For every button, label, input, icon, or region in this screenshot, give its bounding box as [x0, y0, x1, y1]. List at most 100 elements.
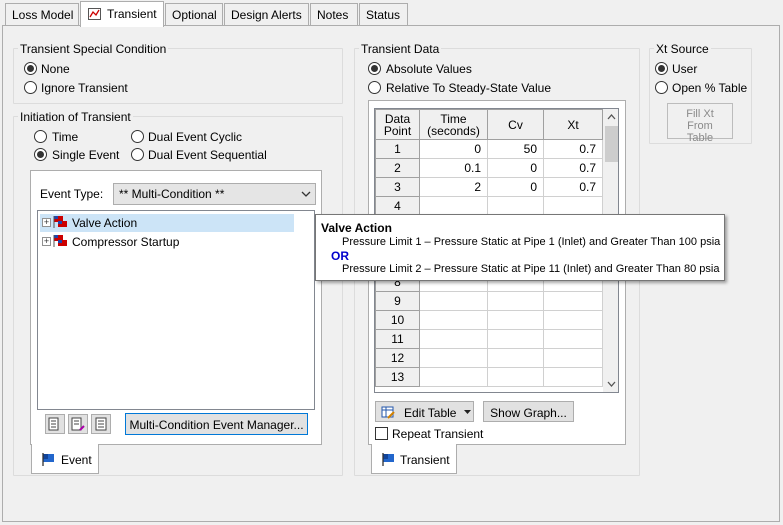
- table-cell[interactable]: 0.7: [543, 177, 603, 197]
- table-row[interactable]: 12: [375, 348, 603, 368]
- table-cell[interactable]: [543, 367, 603, 387]
- absolute-values-label: Absolute Values: [386, 62, 472, 76]
- table-row[interactable]: 10: [375, 310, 603, 330]
- table-cell[interactable]: 0: [487, 158, 544, 178]
- table-row[interactable]: 3 2 0 0.7: [375, 177, 603, 197]
- relative-values-radio[interactable]: [368, 81, 381, 94]
- table-cell[interactable]: 50: [487, 139, 544, 159]
- row-header[interactable]: 13: [375, 367, 420, 387]
- table-cell[interactable]: [487, 348, 544, 368]
- single-event-label: Single Event: [52, 148, 120, 162]
- table-cell[interactable]: [543, 291, 603, 311]
- tree-node-label: Valve Action: [72, 216, 138, 230]
- event-type-dropdown[interactable]: ** Multi-Condition **: [113, 183, 316, 205]
- show-graph-button[interactable]: Show Graph...: [483, 401, 574, 422]
- table-cell[interactable]: 0.7: [543, 139, 603, 159]
- table-cell[interactable]: [543, 348, 603, 368]
- scroll-down-icon[interactable]: [607, 381, 616, 387]
- row-header[interactable]: 11: [375, 329, 420, 349]
- table-cell[interactable]: [543, 310, 603, 330]
- table-row[interactable]: 1 0 50 0.7: [375, 139, 603, 159]
- table-cell[interactable]: [419, 367, 488, 387]
- tooltip-condition-2: Pressure Limit 2 – Pressure Static at Pi…: [342, 263, 720, 275]
- table-row[interactable]: 4: [375, 196, 603, 216]
- absolute-values-radio[interactable]: [368, 62, 381, 75]
- row-header[interactable]: 10: [375, 310, 420, 330]
- table-cell[interactable]: 0: [487, 177, 544, 197]
- expand-icon[interactable]: +: [42, 218, 51, 227]
- col-header-xt[interactable]: Xt: [543, 109, 603, 140]
- table-cell[interactable]: [419, 348, 488, 368]
- table-edit-icon: [381, 406, 395, 419]
- tree-node-valve-action[interactable]: + Valve Action: [40, 214, 294, 232]
- chevron-down-icon: [301, 191, 311, 197]
- tab-notes[interactable]: Notes: [310, 3, 358, 25]
- tab-design-alerts[interactable]: Design Alerts: [224, 3, 309, 25]
- delete-condition-button[interactable]: [91, 414, 111, 434]
- tooltip-condition-1: Pressure Limit 1 – Pressure Static at Pi…: [342, 236, 721, 248]
- table-cell[interactable]: [543, 329, 603, 349]
- table-cell[interactable]: [487, 196, 544, 216]
- table-cell[interactable]: [487, 329, 544, 349]
- table-cell[interactable]: 2: [419, 177, 488, 197]
- list-add-icon: [48, 417, 59, 431]
- table-cell[interactable]: [487, 310, 544, 330]
- ignore-transient-radio[interactable]: [24, 81, 37, 94]
- col-header-time[interactable]: Time (seconds): [419, 109, 488, 140]
- row-header[interactable]: 9: [375, 291, 420, 311]
- edit-condition-button[interactable]: [68, 414, 88, 434]
- time-radio[interactable]: [34, 130, 47, 143]
- dropdown-arrow-icon: [464, 410, 471, 414]
- table-row[interactable]: 2 0.1 0 0.7: [375, 158, 603, 178]
- table-cell[interactable]: [543, 196, 603, 216]
- col-header-cv[interactable]: Cv: [487, 109, 544, 140]
- table-row[interactable]: 11: [375, 329, 603, 349]
- dual-event-cyclic-radio[interactable]: [131, 130, 144, 143]
- table-row[interactable]: 13: [375, 367, 603, 387]
- expand-icon[interactable]: +: [42, 237, 51, 246]
- tab-optional[interactable]: Optional: [165, 3, 223, 25]
- table-cell[interactable]: [419, 196, 488, 216]
- tab-status[interactable]: Status: [359, 3, 408, 25]
- tab-transient[interactable]: Transient: [80, 1, 164, 27]
- special-condition-title: Transient Special Condition: [18, 42, 169, 56]
- single-event-radio[interactable]: [34, 148, 47, 161]
- transient-data-title: Transient Data: [359, 42, 442, 56]
- add-condition-button[interactable]: [45, 414, 65, 434]
- transient-bottom-tab[interactable]: Transient: [371, 444, 457, 474]
- table-cell[interactable]: [419, 291, 488, 311]
- tab-label: Loss Model: [12, 8, 74, 22]
- xt-user-radio[interactable]: [655, 62, 668, 75]
- multi-condition-event-manager-button[interactable]: Multi-Condition Event Manager...: [125, 413, 308, 435]
- table-cell[interactable]: [419, 310, 488, 330]
- tab-label: Event: [61, 453, 92, 467]
- xt-open-table-radio[interactable]: [655, 81, 668, 94]
- table-row[interactable]: 9: [375, 291, 603, 311]
- col-header-data-point[interactable]: Data Point: [375, 109, 420, 140]
- row-header[interactable]: 1: [375, 139, 420, 159]
- row-header[interactable]: 2: [375, 158, 420, 178]
- none-radio[interactable]: [24, 62, 37, 75]
- chart-icon: [88, 8, 101, 20]
- table-cell[interactable]: [487, 291, 544, 311]
- flag-icon: [42, 453, 54, 466]
- edit-table-button[interactable]: Edit Table: [375, 401, 474, 422]
- row-header[interactable]: 3: [375, 177, 420, 197]
- scroll-up-icon[interactable]: [607, 114, 616, 120]
- table-cell[interactable]: [419, 329, 488, 349]
- scrollbar-thumb[interactable]: [605, 126, 618, 162]
- repeat-transient-checkbox[interactable]: [375, 427, 388, 440]
- tab-loss-model[interactable]: Loss Model: [5, 3, 79, 25]
- tree-node-compressor-startup[interactable]: + Compressor Startup: [40, 233, 294, 251]
- row-header[interactable]: 12: [375, 348, 420, 368]
- row-header[interactable]: 4: [375, 196, 420, 216]
- table-cell[interactable]: 0.7: [543, 158, 603, 178]
- tab-label: Transient: [400, 453, 450, 467]
- dual-event-sequential-radio[interactable]: [131, 148, 144, 161]
- table-cell[interactable]: [487, 367, 544, 387]
- event-bottom-tab[interactable]: Event: [31, 444, 99, 474]
- fill-xt-from-table-button[interactable]: Fill Xt From Table: [667, 103, 733, 144]
- table-cell[interactable]: 0: [419, 139, 488, 159]
- table-cell[interactable]: 0.1: [419, 158, 488, 178]
- dual-event-sequential-label: Dual Event Sequential: [148, 148, 267, 162]
